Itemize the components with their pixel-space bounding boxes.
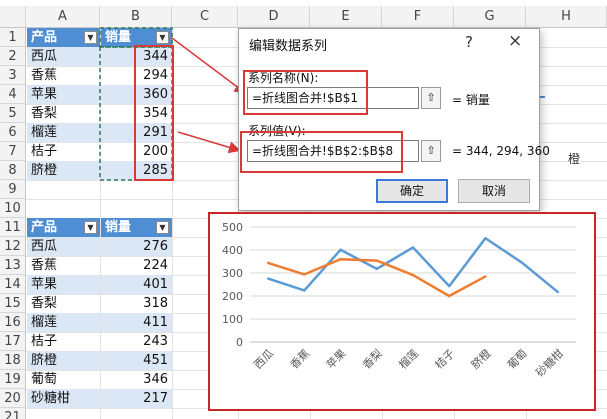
data-point[interactable] [556,290,560,294]
ok-button[interactable]: 确定 [376,179,448,203]
data-point[interactable] [339,248,342,251]
x-tick-label: 砂糖柑 [533,346,566,379]
x-tick-label: 脐橙 [468,346,493,371]
data-point[interactable] [448,294,451,298]
data-point[interactable] [411,246,415,249]
y-tick-label: 200 [222,290,243,303]
help-icon[interactable]: ? [465,33,473,51]
annotation-box-series-values [240,131,403,173]
x-tick-label: 西瓜 [251,347,276,372]
x-tick-label: 香蕉 [288,347,313,372]
chart-plot: 0 100 200 300 400 500 西瓜 香蕉 苹果 香梨 榴莲 桔子 脐橙 葡萄 砂糖柑 [222,221,576,379]
collapse-dialog-icon[interactable]: ⇧ [421,140,441,162]
annotation-box-series-name [243,70,368,115]
y-tick-label: 100 [222,313,243,326]
data-point[interactable] [375,259,378,262]
data-point[interactable] [266,277,270,280]
data-point[interactable] [375,267,378,271]
data-point[interactable] [484,237,487,240]
data-point[interactable] [520,261,523,264]
line-chart[interactable]: 0 100 200 300 400 500 西瓜 香蕉 苹果 香梨 榴莲 桔子 脐橙 葡萄 砂糖柑 [208,212,596,411]
series-name-result: = 销量 [452,93,490,107]
y-tick-label: 300 [222,267,243,280]
data-point[interactable] [266,261,270,265]
data-point[interactable] [303,289,306,292]
y-tick-label: 400 [222,244,243,257]
excel-window: A B C D E F G H 1 2 3 4 5 6 7 8 9 10 11 … [0,0,607,419]
dialog-title: 编辑数据系列 [249,39,328,54]
x-tick-label: 葡萄 [505,347,530,372]
collapse-dialog-icon[interactable]: ⇧ [421,87,441,109]
y-tick-label: 0 [236,336,243,349]
series-values-result: = 344, 294, 360 [452,144,550,158]
cancel-button[interactable]: 取消 [458,179,530,203]
y-tick-label: 500 [222,221,243,234]
data-point[interactable] [448,284,451,288]
x-tick-label: 苹果 [323,346,348,371]
data-point[interactable] [411,273,415,277]
x-tick-label: 榴莲 [396,346,421,371]
x-tick-label: 香梨 [359,346,384,371]
close-icon[interactable]: × [508,31,522,51]
arrow-to-series-name [171,37,247,94]
edit-series-dialog: 编辑数据系列 ? × 系列名称(N): =折线图合并!$B$1 ⇧ = 销量 系… [238,28,550,211]
data-point[interactable] [484,275,487,278]
arrow-to-series-values [177,131,241,154]
data-point[interactable] [339,258,342,261]
x-tick-label: 桔子 [432,346,457,371]
data-point[interactable] [303,273,306,276]
